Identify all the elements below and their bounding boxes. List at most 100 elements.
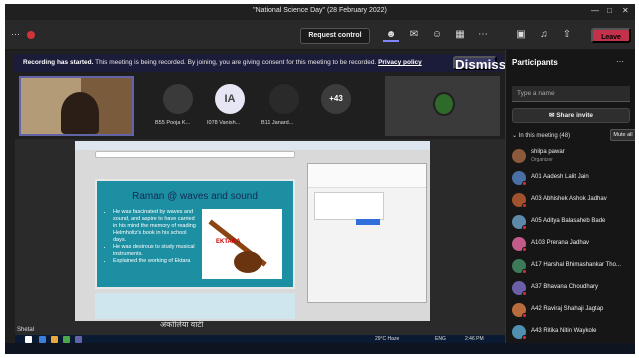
next-slide-preview <box>95 293 295 319</box>
camera-icon[interactable]: ▣ <box>513 28 529 42</box>
recording-indicator-icon <box>27 31 35 39</box>
privacy-policy-link[interactable]: Privacy policy <box>378 59 422 66</box>
shared-browser-window: Raman @ waves and sound He was fascinate… <box>75 141 430 329</box>
participant-role: Organizer <box>531 157 553 163</box>
popup-ok-button <box>356 219 380 225</box>
participant-video-tile[interactable] <box>19 76 134 136</box>
participant-list-item[interactable]: A17 Harshal Bhimashankar Tho... <box>512 258 635 276</box>
participant-list-item[interactable]: shilpa pawar Organizer <box>512 148 635 166</box>
participant-name: A03 Abhishek Ashok Jadhav <box>531 196 607 202</box>
participant-tile-label: I078 Vanish... <box>207 120 241 126</box>
in-meeting-count: In this meeting (48) <box>518 133 571 139</box>
recording-banner: Recording has started. This meeting is b… <box>13 54 506 72</box>
slide-bullets: He was fascinated by waves and sound, an… <box>105 209 197 265</box>
close-icon[interactable]: ✕ <box>622 6 629 15</box>
ektara-image: EKTARA <box>202 209 282 279</box>
taskbar-app-icon <box>39 336 46 343</box>
slide-hindi-text: अंकोलिया वाटी <box>160 320 204 329</box>
muted-mic-icon <box>522 203 527 208</box>
slide-title: Raman @ waves and sound <box>132 191 258 202</box>
participant-name: shilpa pawar <box>531 149 565 155</box>
recording-banner-text: Recording has started. This meeting is b… <box>23 59 422 66</box>
participant-avatar[interactable] <box>269 84 299 114</box>
participant-name: A17 Harshal Bhimashankar Tho... <box>531 262 621 268</box>
panel-more-icon[interactable]: ⋯ <box>616 57 624 66</box>
window-title: "National Science Day" (28 February 2022… <box>253 7 387 14</box>
invite-name-input[interactable]: Type a name <box>512 86 630 102</box>
browser-tab-bar <box>75 141 430 150</box>
popup-header <box>308 164 426 188</box>
leave-button[interactable]: Leave <box>591 28 631 43</box>
people-icon[interactable]: ☻ <box>383 28 399 42</box>
more-options-icon[interactable]: ⋯ <box>11 29 20 40</box>
overflow-participants-button[interactable]: +43 <box>321 84 351 114</box>
language-text: ENG <box>435 336 446 342</box>
participant-name: A42 Raviraj Shahaji Jagtap <box>531 306 604 312</box>
participant-list-item[interactable]: A103 Prerana Jadhav <box>512 236 635 254</box>
taskbar-app-icon <box>75 336 82 343</box>
browser-address-bar <box>95 151 295 158</box>
popup-dialog <box>314 192 384 220</box>
participant-list-item[interactable]: A01 Aadesh Lalit Jain <box>512 170 635 188</box>
presentation-slide: Raman @ waves and sound He was fascinate… <box>95 179 295 289</box>
participant-list-item[interactable]: A43 Ritika Nitin Waykole <box>512 324 635 342</box>
slide-bullet: He was fascinated by waves and sound, an… <box>113 209 197 244</box>
participant-list-item[interactable]: A03 Abhishek Ashok Jadhav <box>512 192 635 210</box>
recording-banner-title: Recording has started. <box>23 59 94 66</box>
presenter-name: Shetal <box>17 327 35 333</box>
muted-mic-icon <box>522 291 527 296</box>
minimize-icon[interactable]: — <box>591 6 599 15</box>
participant-name: A05 Aditya Balasaheb Bade <box>531 218 606 224</box>
reactions-icon[interactable]: ☺ <box>429 28 445 42</box>
taskbar-app-icon <box>63 336 70 343</box>
taskbar-app-icon <box>51 336 58 343</box>
muted-mic-icon <box>522 225 527 230</box>
mic-icon[interactable]: ♫ <box>536 28 552 42</box>
mute-all-button[interactable]: Mute all <box>610 129 635 141</box>
participant-list-item[interactable]: A05 Aditya Balasaheb Bade <box>512 214 635 232</box>
avatar <box>512 149 526 163</box>
slide-bullet: He was desirous to study musical instrum… <box>113 244 197 258</box>
participant-avatar[interactable]: IA <box>215 84 245 114</box>
participant-tile-label: B11 Janard... <box>261 120 294 126</box>
participant-name: A37 Bhavana Choudhary <box>531 284 599 290</box>
muted-mic-icon <box>522 247 527 252</box>
shared-popup-window <box>307 163 427 303</box>
share-invite-button[interactable]: ✉ Share invite <box>512 108 630 123</box>
share-invite-label: Share invite <box>556 112 594 119</box>
participant-list-item[interactable]: A37 Bhavana Choudhary <box>512 280 635 298</box>
muted-mic-icon <box>522 269 527 274</box>
participant-list-item[interactable]: A42 Raviraj Shahaji Jagtap <box>512 302 635 320</box>
muted-mic-icon <box>522 313 527 318</box>
leave-button-label: Leave <box>601 34 621 41</box>
weather-text: 29°C Haze <box>375 336 400 342</box>
more-actions-icon[interactable]: ⋯ <box>475 28 491 42</box>
viewer-taskbar <box>5 343 635 354</box>
request-control-button[interactable]: Request control <box>300 28 370 44</box>
participants-panel: Participants ⋯ Type a name ✉ Share invit… <box>505 50 635 354</box>
shared-screen: Raman @ waves and sound He was fascinate… <box>15 139 505 344</box>
maximize-icon[interactable]: □ <box>607 6 612 15</box>
participant-tile-label: B55 Pooja K... <box>155 120 191 126</box>
chat-icon[interactable]: ✉ <box>406 28 422 42</box>
meeting-toolbar: ⋯ Request control ☻ ✉ ☺ ▦ ⋯ ▣ ♫ ⇧ Leave <box>5 20 635 50</box>
rooms-icon[interactable]: ▦ <box>452 28 468 42</box>
start-icon <box>25 336 32 343</box>
participant-avatar[interactable] <box>163 84 193 114</box>
ektara-label: EKTARA <box>216 239 241 245</box>
participants-panel-title: Participants <box>512 58 558 67</box>
participant-video-tile[interactable] <box>385 76 500 136</box>
share-invite-icon: ✉ <box>548 112 555 119</box>
participant-silhouette <box>61 92 99 134</box>
in-meeting-section-header[interactable]: ⌄ In this meeting (48) <box>512 132 570 139</box>
participant-name: A43 Ritika Nitin Waykole <box>531 328 597 334</box>
ektara-body <box>234 251 262 273</box>
muted-mic-icon <box>522 335 527 340</box>
participant-name: A103 Prerana Jadhav <box>531 240 590 246</box>
share-icon[interactable]: ⇧ <box>559 28 575 42</box>
participant-avatar <box>433 92 455 116</box>
teams-meeting-window: "National Science Day" (28 February 2022… <box>5 4 635 354</box>
dismiss-button[interactable]: Dismiss <box>453 56 506 72</box>
slide-bullet: Explained the working of Ektara <box>113 258 197 265</box>
recording-banner-message: This meeting is being recorded. By joini… <box>95 59 377 66</box>
